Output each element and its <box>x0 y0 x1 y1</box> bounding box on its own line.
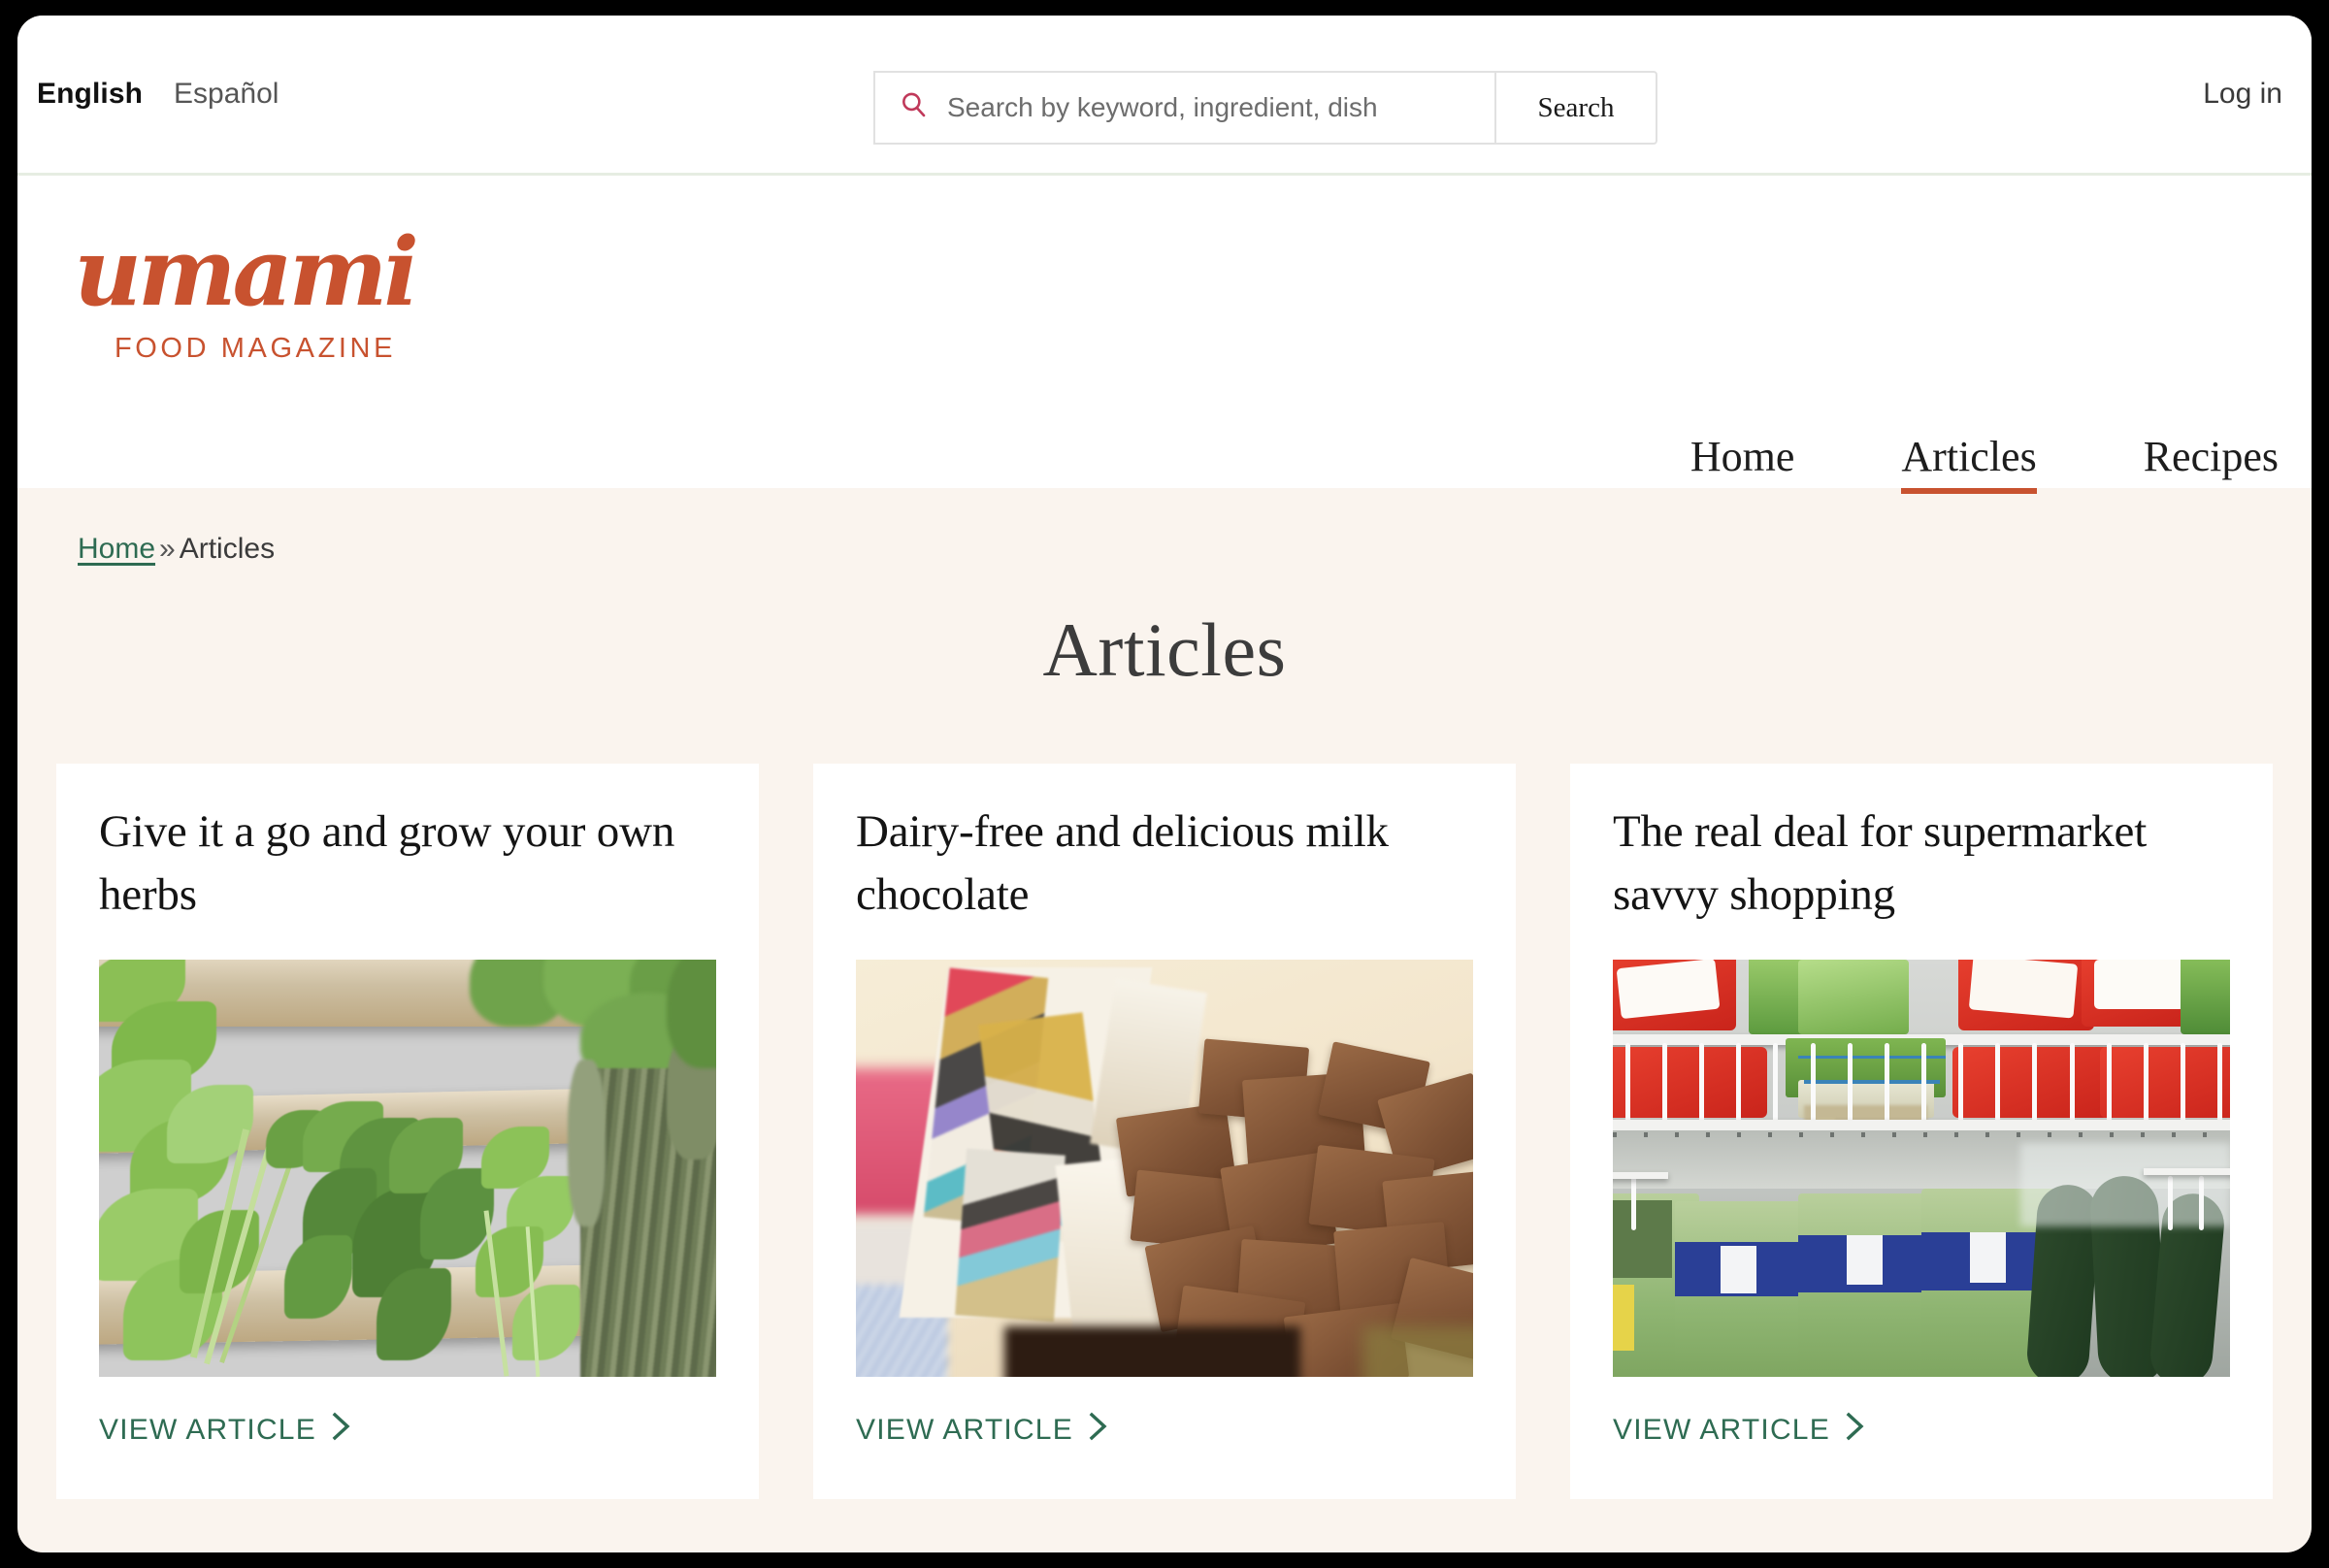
page-title: Articles <box>1042 607 1287 692</box>
chevron-right-icon <box>332 1412 351 1449</box>
search-input[interactable] <box>947 73 1477 143</box>
view-article-label: VIEW ARTICLE <box>99 1413 316 1446</box>
view-article-label: VIEW ARTICLE <box>1613 1413 1830 1446</box>
search-field[interactable] <box>873 71 1494 145</box>
logo-wordmark: umami <box>74 217 419 327</box>
site-search: Search <box>873 71 1657 145</box>
breadcrumb-home-link[interactable]: Home <box>78 533 155 565</box>
chevron-right-icon <box>1089 1412 1108 1449</box>
article-card-image <box>1613 959 2230 1377</box>
nav-item-articles[interactable]: Articles <box>1901 436 2038 494</box>
view-article-link[interactable]: VIEW ARTICLE <box>1613 1412 1865 1449</box>
language-switcher: English Español <box>37 78 279 111</box>
article-card-title: Dairy-free and delicious milk chocolate <box>856 806 1389 920</box>
article-card-grid: Give it a go and grow your own herbs VIE… <box>17 694 2312 1499</box>
chevron-right-icon <box>1846 1412 1865 1449</box>
article-card[interactable]: Dairy-free and delicious milk chocolate <box>813 764 1516 1499</box>
nav-item-home[interactable]: Home <box>1690 436 1795 494</box>
browser-viewport: English Español Search Log in <box>17 16 2312 1552</box>
search-button[interactable]: Search <box>1494 71 1657 145</box>
breadcrumb-separator: » <box>159 533 176 565</box>
article-card-title: Give it a go and grow your own herbs <box>99 806 675 920</box>
article-card[interactable]: Give it a go and grow your own herbs VIE… <box>56 764 759 1499</box>
magnifier-icon <box>899 89 932 127</box>
view-article-label: VIEW ARTICLE <box>856 1413 1073 1446</box>
masthead: umami FOOD MAGAZINE Home Articles Recipe… <box>17 176 2312 494</box>
article-card-image <box>856 959 1473 1377</box>
utility-bar: English Español Search Log in <box>17 16 2312 176</box>
site-logo[interactable]: umami FOOD MAGAZINE <box>39 226 456 365</box>
article-card-title: The real deal for supermarket savvy shop… <box>1613 806 2148 920</box>
article-card-image <box>99 959 716 1377</box>
language-option-english[interactable]: English <box>37 78 143 111</box>
view-article-link[interactable]: VIEW ARTICLE <box>99 1412 351 1449</box>
language-option-espanol[interactable]: Español <box>174 78 279 111</box>
view-article-link[interactable]: VIEW ARTICLE <box>856 1412 1108 1449</box>
breadcrumb: Home» Articles <box>17 488 2312 566</box>
page-content: Home» Articles Articles Give it a go and … <box>17 488 2312 1499</box>
nav-item-recipes[interactable]: Recipes <box>2144 436 2279 494</box>
login-link[interactable]: Log in <box>2203 78 2282 111</box>
main-navigation: Home Articles Recipes <box>1690 436 2279 494</box>
logo-tagline: FOOD MAGAZINE <box>114 333 397 364</box>
breadcrumb-current: Articles <box>179 533 276 565</box>
article-card[interactable]: The real deal for supermarket savvy shop… <box>1570 764 2273 1499</box>
